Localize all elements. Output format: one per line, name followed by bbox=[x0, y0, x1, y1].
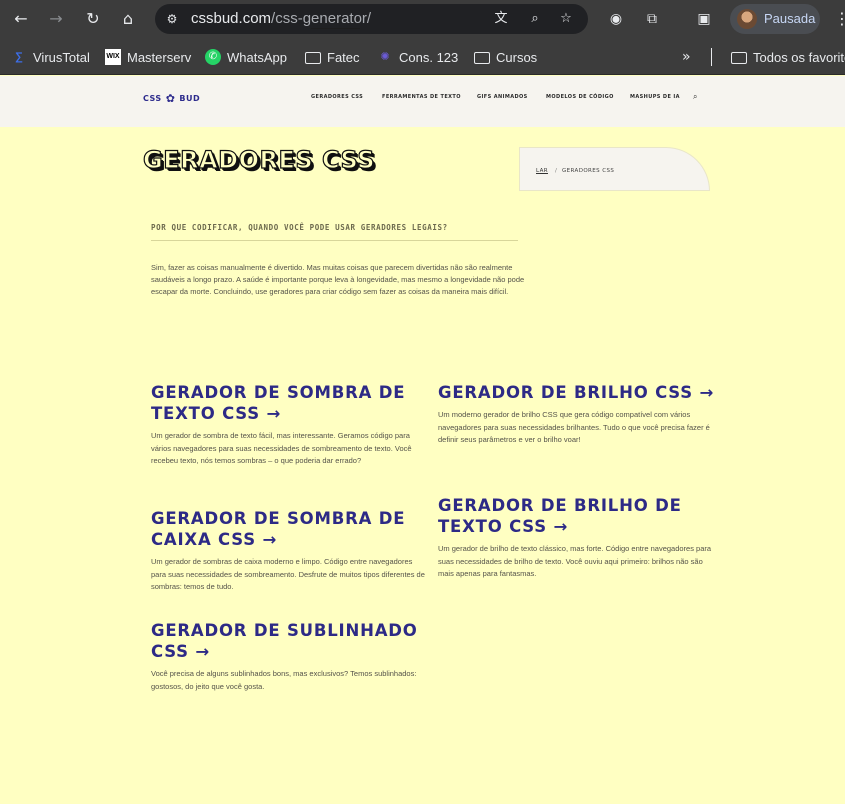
bookmark-label: Todos os favoritos bbox=[753, 49, 845, 65]
folder-icon bbox=[305, 52, 321, 64]
url-text[interactable]: cssbud.com/css-generator/ bbox=[191, 10, 371, 27]
bookmark-cursos[interactable]: Cursos bbox=[474, 47, 537, 67]
intro-paragraph: Sim, fazer as coisas manualmente é diver… bbox=[151, 263, 525, 296]
card-description: Um gerador de sombra de texto fácil, mas… bbox=[151, 431, 412, 465]
bookmark-label: WhatsApp bbox=[227, 49, 287, 65]
card-title-link[interactable]: GERADOR DE BRILHO CSS → bbox=[438, 382, 718, 403]
nav-link-geradores-css[interactable]: GERADORES CSS bbox=[311, 94, 363, 100]
reload-icon[interactable]: ↻ bbox=[82, 8, 104, 30]
folder-icon bbox=[731, 52, 747, 64]
card-underline-generator: GERADOR DE SUBLINHADO CSS → Você precisa… bbox=[151, 620, 431, 693]
nav-link-ferramentas-de-texto[interactable]: FERRAMENTAS DE TEXTO bbox=[382, 94, 461, 100]
wix-icon: WIX bbox=[105, 49, 121, 65]
nav-link-modelos-de-codigo[interactable]: MODELOS DE CÓDIGO bbox=[546, 94, 614, 100]
virustotal-icon: ∑ bbox=[15, 51, 23, 63]
forward-arrow-icon[interactable]: → bbox=[45, 8, 67, 30]
bookmarks-overflow-chevron-icon[interactable]: » bbox=[682, 47, 691, 67]
translate-icon[interactable]: 文 bbox=[492, 10, 510, 28]
bookmark-star-icon[interactable]: ☆ bbox=[557, 10, 575, 28]
logo-text-right: BUD bbox=[179, 94, 201, 103]
card-description: Um moderno gerador de brilho CSS que ger… bbox=[438, 410, 710, 444]
site-info-icon[interactable]: ⚙ bbox=[163, 10, 181, 28]
breadcrumb-separator: / bbox=[555, 168, 557, 174]
nav-link-mashups-de-ia[interactable]: MASHUPS DE IA bbox=[630, 94, 680, 100]
bookmark-label: Cons. 123 bbox=[399, 49, 459, 65]
side-panel-icon[interactable]: ▣ bbox=[693, 8, 715, 30]
back-arrow-icon[interactable]: ← bbox=[10, 8, 32, 30]
card-text-glow-generator: GERADOR DE BRILHO DE TEXTO CSS → Um gera… bbox=[438, 495, 718, 581]
card-title-link[interactable]: GERADOR DE SOMBRA DE TEXTO CSS → bbox=[151, 382, 431, 424]
site-logo[interactable]: CSS ✿ BUD bbox=[143, 92, 200, 105]
bookmark-label: Fatec bbox=[327, 49, 360, 65]
bookmark-label: VirusTotal bbox=[33, 49, 90, 65]
bookmark-all-bookmarks[interactable]: Todos os favoritos bbox=[731, 47, 845, 67]
card-box-shadow-generator: GERADOR DE SOMBRA DE CAIXA CSS → Um gera… bbox=[151, 508, 426, 594]
logo-text-left: CSS bbox=[143, 94, 162, 103]
bookmark-whatsapp[interactable]: ✆ WhatsApp bbox=[205, 47, 287, 67]
cons-icon: ✺ bbox=[380, 51, 390, 63]
card-text-shadow-generator: GERADOR DE SOMBRA DE TEXTO CSS → Um gera… bbox=[151, 382, 431, 468]
page-title: GERADORES CSS bbox=[142, 145, 376, 174]
nav-link-gifs-animados[interactable]: GIFS ANIMADOS bbox=[477, 94, 528, 100]
zoom-icon[interactable]: ⌕ bbox=[526, 10, 544, 28]
whatsapp-icon: ✆ bbox=[205, 49, 221, 65]
folder-icon bbox=[474, 52, 490, 64]
flower-icon: ✿ bbox=[165, 92, 176, 105]
card-description: Você precisa de alguns sublinhados bons,… bbox=[151, 669, 417, 691]
breadcrumb-home-link[interactable]: LAR bbox=[536, 168, 548, 174]
section-subheading: POR QUE CODIFICAR, QUANDO VOCÊ PODE USAR… bbox=[151, 223, 448, 232]
card-title-link[interactable]: GERADOR DE BRILHO DE TEXTO CSS → bbox=[438, 495, 718, 537]
nav-active-indicator bbox=[311, 28, 360, 30]
subheading-divider bbox=[151, 240, 518, 241]
card-description: Um gerador de brilho de texto clássico, … bbox=[438, 544, 712, 578]
bookmark-label: Masterserv bbox=[127, 49, 192, 65]
avatar bbox=[737, 9, 757, 29]
bookmark-cons-123[interactable]: ✺ Cons. 123 bbox=[377, 47, 458, 67]
profile-button[interactable]: Pausada bbox=[730, 4, 820, 34]
extensions-puzzle-icon[interactable]: ⧉ bbox=[641, 8, 663, 30]
browser-toolbar: ← → ↻ ⌂ ⚙ cssbud.com/css-generator/ 文 ⌕ … bbox=[0, 0, 845, 38]
home-icon[interactable]: ⌂ bbox=[117, 8, 139, 30]
breadcrumb: LAR / GERADORES CSS bbox=[519, 147, 710, 191]
card-title-link[interactable]: GERADOR DE SUBLINHADO CSS → bbox=[151, 620, 431, 662]
address-bar[interactable]: ⚙ cssbud.com/css-generator/ 文 ⌕ ☆ bbox=[155, 4, 588, 34]
bookmarks-divider bbox=[711, 48, 712, 66]
browser-menu-icon[interactable]: ⋮ bbox=[834, 9, 845, 29]
bookmark-label: Cursos bbox=[496, 49, 538, 65]
card-description: Um gerador de sombras de caixa moderno e… bbox=[151, 557, 425, 591]
profile-label: Pausada bbox=[764, 11, 816, 26]
breadcrumb-current: GERADORES CSS bbox=[562, 168, 615, 174]
site-header: CSS ✿ BUD GERADORES CSS FERRAMENTAS DE T… bbox=[0, 76, 845, 127]
bookmark-masterserv[interactable]: WIX Masterserv bbox=[105, 47, 191, 67]
card-title-link[interactable]: GERADOR DE SOMBRA DE CAIXA CSS → bbox=[151, 508, 426, 550]
bookmark-virustotal[interactable]: ∑ VirusTotal bbox=[11, 47, 90, 67]
search-icon[interactable]: ⌕ bbox=[693, 92, 697, 102]
extension-glasses-icon[interactable]: ◉ bbox=[605, 8, 627, 30]
bookmarks-bar: ∑ VirusTotal WIX Masterserv ✆ WhatsApp F… bbox=[0, 38, 845, 75]
card-glow-generator: GERADOR DE BRILHO CSS → Um moderno gerad… bbox=[438, 382, 718, 447]
bookmark-fatec[interactable]: Fatec bbox=[305, 47, 360, 67]
